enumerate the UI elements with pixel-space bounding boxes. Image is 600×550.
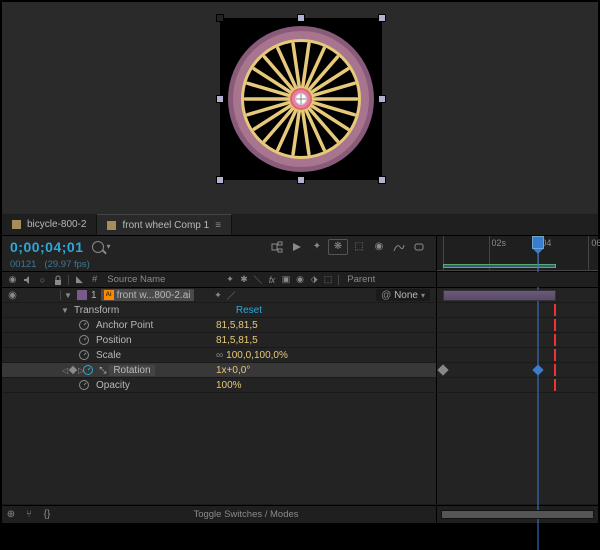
marker [554,379,556,391]
stopwatch-icon[interactable] [83,365,93,375]
collapse-transform-switch[interactable]: ✦ [212,289,225,301]
video-toggle[interactable]: ◉ [6,290,19,301]
keyframe[interactable] [533,364,544,375]
time-ruler[interactable]: 02s 04 06s [437,236,598,271]
navigator-thumb[interactable] [442,511,593,518]
twirl-layer[interactable]: ▼ [63,291,73,300]
marker [554,334,556,346]
tab-menu-icon[interactable]: ≡ [215,220,221,231]
draft-3d-button[interactable]: ✦ [308,239,326,255]
parent-column[interactable]: Parent [343,274,379,285]
quality-switch[interactable]: ／ [225,289,238,301]
marker [554,319,556,331]
lock-column-icon[interactable] [51,274,64,286]
transform-handle[interactable] [297,176,305,184]
frame-blend-button[interactable]: ⬚ [350,239,368,255]
keyframe-navigator[interactable]: ◁ ▷ [62,366,84,375]
source-name-column[interactable]: Source Name [103,274,221,285]
prop-value[interactable]: 100% [212,380,246,391]
video-column-icon[interactable]: ◉ [6,274,19,286]
chevron-down-icon: ▾ [421,291,425,300]
index-column[interactable]: # [88,274,101,285]
comp-icon [107,221,116,230]
current-timecode[interactable]: 0;00;04;01 [10,239,84,255]
brainstorm-button[interactable] [410,239,428,255]
graph-editor-button[interactable] [390,239,408,255]
prop-label[interactable]: Rotation [109,365,154,376]
stopwatch-icon[interactable] [79,350,89,360]
ruler-tick: 06s [588,236,600,270]
audio-column-icon[interactable] [21,274,34,286]
reset-button[interactable]: Reset [232,305,266,316]
label-color[interactable] [77,290,87,300]
label-column-icon[interactable]: ◣ [73,274,86,286]
transform-handle[interactable] [216,14,224,22]
tab-bicycle[interactable]: bicycle-800-2 [2,214,97,235]
add-key-button[interactable] [69,366,77,374]
chevron-down-icon: ▾ [107,242,111,251]
transform-handle[interactable] [216,95,224,103]
marker [554,364,556,376]
shy-bones-button[interactable]: ⑂ [20,509,38,520]
twirl-transform[interactable]: ▼ [60,306,70,315]
parent-dropdown[interactable]: @ None ▾ [376,289,430,301]
prev-key-button[interactable]: ◁ [62,366,68,375]
timeline-options-button[interactable]: ⊕ [2,509,20,520]
prop-label: Anchor Point [92,320,157,331]
graph-icon[interactable]: ⤡ [96,364,109,376]
switches-columns[interactable]: ✦✱＼fx▣◉⬗⬚ [223,274,334,286]
layer-duration-bar[interactable] [443,290,556,301]
render-toggle-button[interactable]: {} [38,509,56,520]
solo-column-icon[interactable]: ○ [36,274,49,286]
search-icon [92,241,104,253]
timeline-tabs: bicycle-800-2 front wheel Comp 1 ≡ [2,214,598,236]
transform-handle[interactable] [378,176,386,184]
anchor-point-icon[interactable] [296,94,306,104]
keyframe[interactable] [437,364,448,375]
composition-viewer[interactable] [2,2,598,214]
tab-front-wheel[interactable]: front wheel Comp 1 ≡ [97,214,232,235]
marker [554,349,556,361]
layer-name: front w...800-2.ai [117,290,191,301]
stopwatch-icon[interactable] [79,380,89,390]
illustrator-icon: Ai [104,290,114,300]
shy-button[interactable]: ❋ [328,239,348,255]
work-area-end-marker[interactable] [554,304,556,316]
comp-icon [12,220,21,229]
stopwatch-icon[interactable] [79,320,89,330]
motion-blur-button[interactable]: ◉ [370,239,388,255]
transform-handle[interactable] [297,14,305,22]
transform-handle[interactable] [378,95,386,103]
current-time-indicator[interactable] [532,236,544,249]
pickwhip-icon[interactable]: @ [381,290,391,300]
prop-label: Scale [92,350,125,361]
prop-value[interactable]: 81,5,81,5 [212,320,262,331]
fps-label: (29.97 fps) [44,259,89,270]
comp-flowchart-button[interactable] [268,239,286,255]
prop-value[interactable]: 81,5,81,5 [212,335,262,346]
prop-value[interactable]: 1x+0,0° [212,365,254,376]
render-queue-button[interactable] [288,239,306,255]
transform-group-label: Transform [70,305,123,316]
stopwatch-icon[interactable] [79,335,89,345]
tab-label: bicycle-800-2 [27,219,86,230]
time-navigator[interactable] [441,510,594,519]
layer-index: 1 [87,290,101,301]
transform-handle[interactable] [378,14,386,22]
prop-value[interactable]: ∞100,0,100,0% [212,350,292,361]
current-frame[interactable]: 00121 [10,259,36,270]
toggle-switches-modes[interactable]: Toggle Switches / Modes [56,509,436,520]
tab-label: front wheel Comp 1 [122,220,209,231]
prop-label: Opacity [92,380,134,391]
parent-value: None [394,290,418,301]
timeline-search[interactable]: ▾ [92,241,111,253]
work-area-bar[interactable] [443,264,556,268]
constrain-icon[interactable]: ∞ [216,350,223,361]
transform-handle[interactable] [216,176,224,184]
layer-bounding-box[interactable] [220,18,382,180]
layer-name-chip[interactable]: Ai front w...800-2.ai [101,289,194,301]
prop-label: Position [92,335,136,346]
